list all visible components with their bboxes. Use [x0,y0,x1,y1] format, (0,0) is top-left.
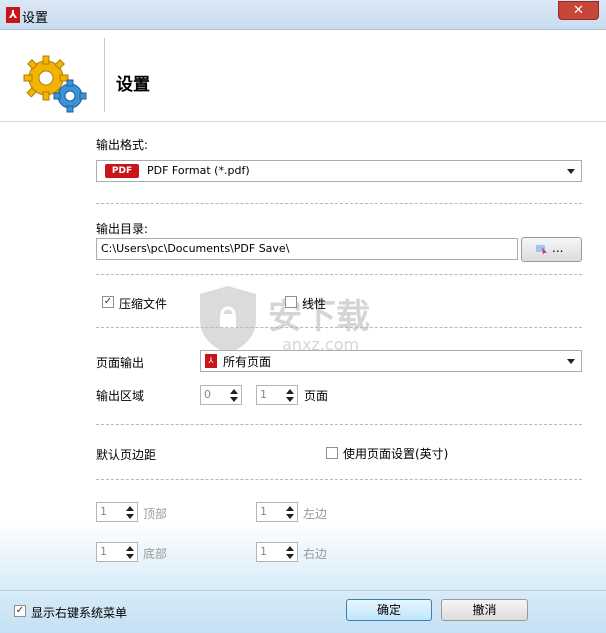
browse-button[interactable]: ... [521,237,582,262]
chevron-up-icon[interactable] [286,546,294,551]
divider [96,274,582,275]
margin-top-value: 1 [100,505,107,518]
chevron-up-icon[interactable] [286,506,294,511]
pdf-page-icon: ⅄ [205,354,217,368]
divider [96,424,582,425]
context-menu-checkbox[interactable]: ✓ [14,605,26,617]
cancel-button[interactable]: 撤消 [441,599,528,621]
range-to-value: 1 [260,388,267,401]
output-dir-input[interactable]: C:\Users\pc\Documents\PDF Save\ [96,238,518,260]
output-dir-label: 输出目录: [96,222,149,236]
page-title: 设置 [116,75,150,95]
page-output-value: 所有页面 [223,355,272,369]
margin-right-value: 1 [260,545,267,558]
use-page-settings-checkbox[interactable] [326,447,338,459]
range-unit-label: 页面 [304,389,329,403]
margin-bottom-stepper[interactable]: 1 [96,542,138,562]
header-separator [0,121,606,122]
chevron-up-icon[interactable] [230,389,238,394]
pdf-app-icon: ⅄ [6,7,20,23]
range-from-stepper[interactable]: 0 [200,385,242,405]
chevron-down-icon[interactable] [230,397,238,402]
chevron-down-icon[interactable] [126,554,134,559]
linear-label: 线性 [302,297,327,311]
close-icon: ✕ [573,3,584,18]
divider [96,327,582,328]
window-title: 设置 [22,11,49,26]
header-divider [104,38,105,112]
margin-right-label: 右边 [303,547,328,561]
chevron-down-icon [567,169,575,174]
chevron-up-icon[interactable] [126,546,134,551]
pdf-format-icon: PDF [105,164,139,178]
output-format-value: PDF Format (*.pdf) [147,164,250,177]
close-button[interactable]: ✕ [558,1,599,20]
page-output-label: 页面输出 [96,356,145,370]
use-page-settings-label: 使用页面设置(英寸) [343,447,449,461]
divider [96,479,582,480]
margin-left-stepper[interactable]: 1 [256,502,298,522]
range-from-value: 0 [204,388,211,401]
chevron-down-icon[interactable] [126,514,134,519]
ok-button[interactable]: 确定 [346,599,432,621]
margin-bottom-value: 1 [100,545,107,558]
footer-separator [0,590,606,591]
title-bar [0,0,606,30]
chevron-up-icon[interactable] [126,506,134,511]
output-format-label: 输出格式: [96,138,149,152]
margin-left-value: 1 [260,505,267,518]
linear-checkbox[interactable] [285,296,297,308]
folder-cursor-icon [536,243,548,255]
margin-right-stepper[interactable]: 1 [256,542,298,562]
divider [96,203,582,204]
margin-top-label: 顶部 [143,507,168,521]
margin-bottom-label: 底部 [143,547,168,561]
output-format-select[interactable]: PDF PDF Format (*.pdf) [96,160,582,182]
compress-checkbox[interactable]: ✓ [102,296,114,308]
chevron-down-icon [567,359,575,364]
chevron-down-icon[interactable] [286,554,294,559]
range-to-stepper[interactable]: 1 [256,385,298,405]
margin-left-label: 左边 [303,507,328,521]
chevron-up-icon[interactable] [286,389,294,394]
margin-top-stepper[interactable]: 1 [96,502,138,522]
browse-label: ... [552,241,564,255]
page-output-select[interactable]: ⅄ 所有页面 [200,350,582,372]
margins-label: 默认页边距 [96,448,157,462]
compress-label: 压缩文件 [119,297,168,311]
chevron-down-icon[interactable] [286,514,294,519]
chevron-down-icon[interactable] [286,397,294,402]
output-range-label: 输出区域 [96,389,145,403]
context-menu-label: 显示右键系统菜单 [31,606,128,620]
gears-icon [23,55,87,113]
